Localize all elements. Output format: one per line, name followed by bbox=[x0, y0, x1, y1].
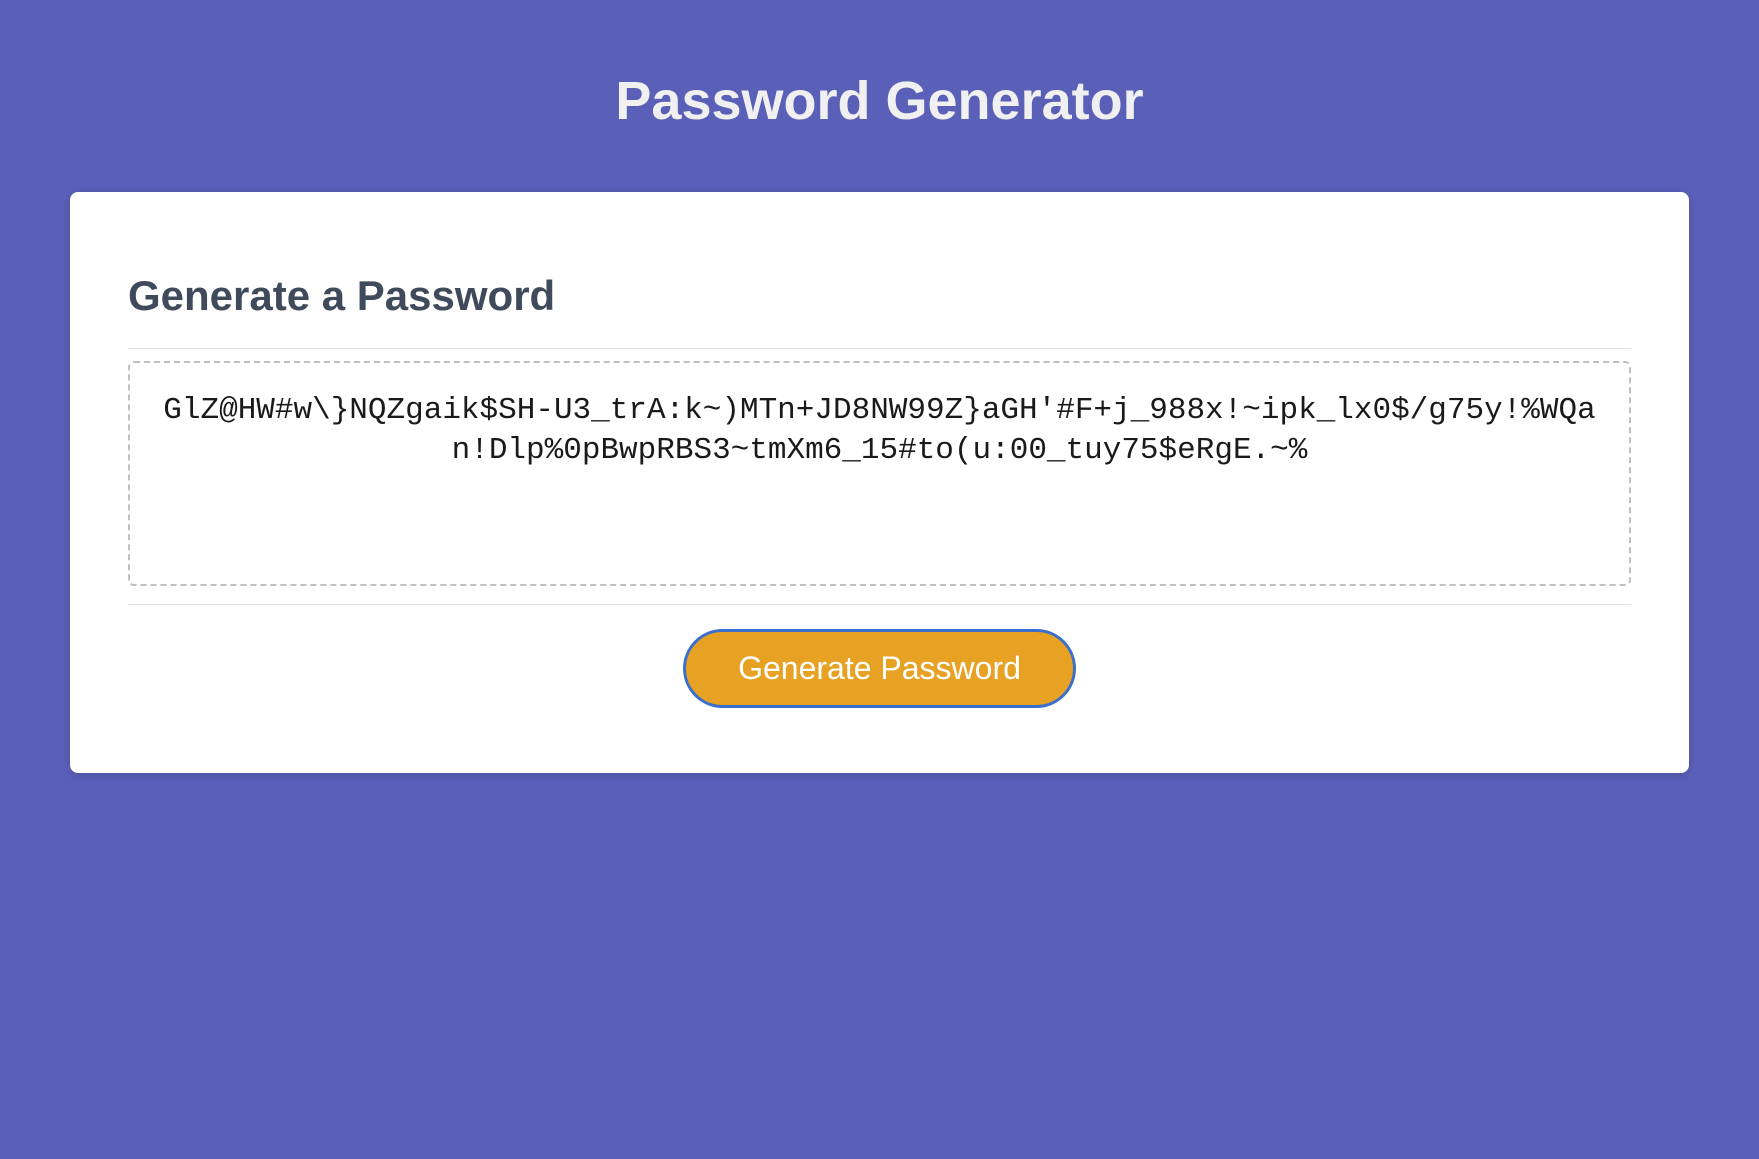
generate-password-button[interactable]: Generate Password bbox=[683, 629, 1076, 708]
password-output-text: GlZ@HW#w\}NQZgaik$SH-U3_trA:k~)MTn+JD8NW… bbox=[150, 391, 1609, 472]
card-body: GlZ@HW#w\}NQZgaik$SH-U3_trA:k~)MTn+JD8NW… bbox=[128, 361, 1631, 605]
card-footer: Generate Password bbox=[128, 605, 1631, 708]
page-wrapper: Password Generator Generate a Password G… bbox=[0, 0, 1759, 773]
password-output-box: GlZ@HW#w\}NQZgaik$SH-U3_trA:k~)MTn+JD8NW… bbox=[128, 361, 1631, 586]
card-header: Generate a Password bbox=[128, 272, 1631, 349]
generator-card: Generate a Password GlZ@HW#w\}NQZgaik$SH… bbox=[70, 192, 1689, 773]
card-title: Generate a Password bbox=[128, 272, 1631, 320]
page-title: Password Generator bbox=[0, 0, 1759, 192]
